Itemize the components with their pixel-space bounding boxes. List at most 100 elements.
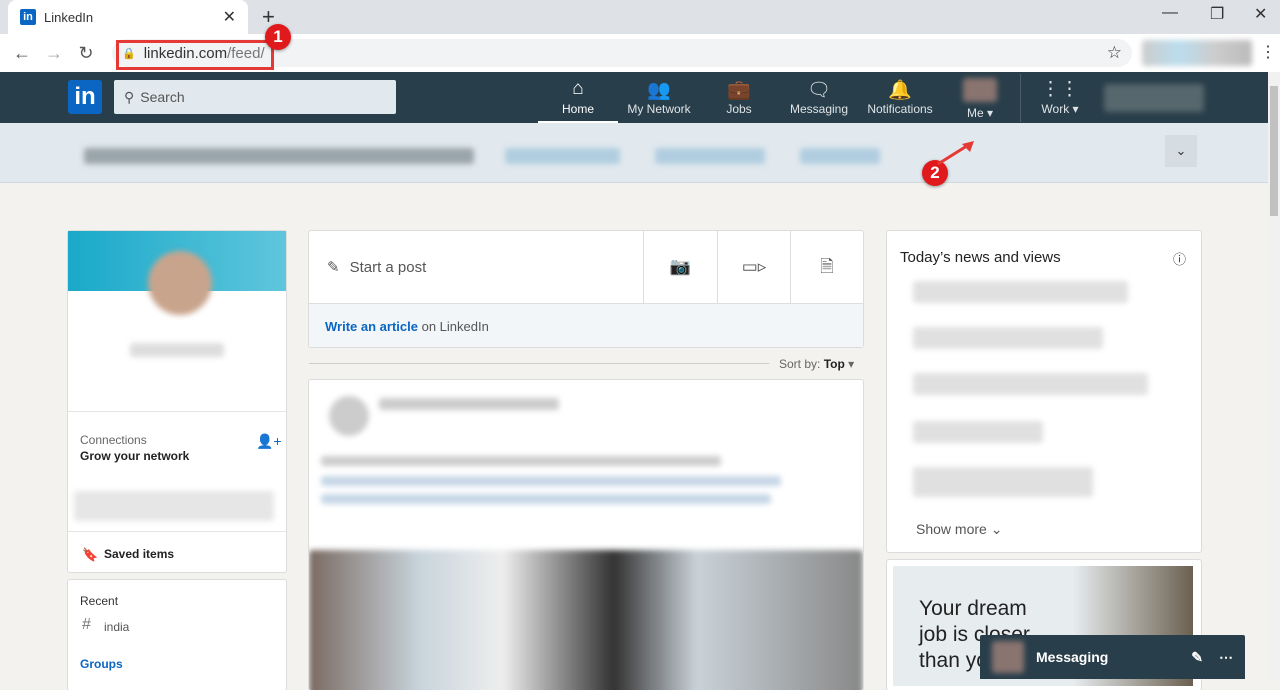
avatar[interactable] bbox=[148, 251, 212, 315]
nav-jobs[interactable]: 💼 Jobs bbox=[714, 78, 764, 116]
forward-button[interactable]: → bbox=[38, 43, 70, 64]
recent-card: Recent # india Groups bbox=[68, 580, 286, 690]
grid-icon: ⋮⋮ bbox=[1041, 79, 1079, 100]
search-icon: ⚲ bbox=[124, 88, 135, 105]
news-item[interactable] bbox=[913, 467, 1093, 497]
chevron-down-icon[interactable]: ⌄ bbox=[1165, 135, 1197, 167]
blurred-banner-text bbox=[84, 148, 474, 164]
bookmark-icon: 🔖 bbox=[82, 547, 99, 562]
grow-network-link[interactable]: Grow your network bbox=[80, 449, 189, 463]
nav-label: Home bbox=[561, 102, 594, 116]
bookmark-star-icon[interactable]: ☆ bbox=[1107, 43, 1122, 63]
start-post-label: Start a post bbox=[349, 258, 427, 276]
hashtag-india-link[interactable]: india bbox=[104, 620, 129, 634]
bell-icon: 🔔 bbox=[888, 80, 912, 101]
saved-items-link[interactable]: Saved items bbox=[104, 547, 174, 561]
home-icon: ⌂ bbox=[572, 78, 584, 99]
work-label: Work ▾ bbox=[1041, 102, 1079, 116]
work-text: Work bbox=[1041, 102, 1070, 116]
info-icon[interactable]: ⓘ bbox=[1173, 249, 1186, 268]
news-item[interactable] bbox=[913, 373, 1148, 395]
nav-label: My Network bbox=[627, 102, 691, 116]
news-title: Today’s news and views bbox=[900, 249, 1061, 266]
recent-title: Recent bbox=[80, 594, 119, 608]
premium-blurred bbox=[1104, 84, 1204, 112]
nav-me[interactable]: Me ▾ bbox=[958, 78, 1002, 120]
blurred-link[interactable] bbox=[655, 148, 765, 164]
close-tab-icon[interactable]: ✕ bbox=[223, 7, 236, 27]
annotation-arrow bbox=[937, 141, 974, 166]
messaging-bar[interactable]: Messaging ✎ ⋯ bbox=[980, 635, 1245, 679]
blurred-link[interactable] bbox=[800, 148, 880, 164]
add-person-icon[interactable]: 👤+ bbox=[256, 433, 282, 450]
write-article-row: Write an article on LinkedIn bbox=[309, 303, 863, 347]
divider bbox=[1020, 74, 1021, 122]
messaging-icon: 🗨 bbox=[806, 80, 832, 101]
sort-dropdown[interactable]: Sort by: Top ▾ bbox=[779, 357, 854, 371]
linkedin-logo[interactable]: in bbox=[68, 80, 102, 114]
connections-label[interactable]: Connections bbox=[80, 433, 147, 447]
nav-work[interactable]: ⋮⋮ Work ▾ bbox=[1034, 78, 1086, 116]
divider bbox=[309, 363, 769, 364]
groups-link[interactable]: Groups bbox=[80, 657, 123, 671]
linkedin-favicon: in bbox=[20, 9, 36, 25]
annotation-badge-1: 1 bbox=[265, 24, 291, 50]
extensions-blurred bbox=[1142, 40, 1252, 66]
me-label: Me ▾ bbox=[966, 106, 994, 120]
nav-home[interactable]: ⌂ Home bbox=[538, 78, 618, 123]
close-window-button[interactable]: ✕ bbox=[1254, 4, 1267, 24]
reload-button[interactable]: ↻ bbox=[70, 43, 102, 64]
hashtag-icon: # bbox=[82, 616, 91, 633]
avatar bbox=[963, 78, 997, 102]
search-input[interactable]: ⚲ Search bbox=[114, 80, 396, 114]
minimize-button[interactable]: — bbox=[1162, 4, 1178, 22]
tab-title: LinkedIn bbox=[44, 9, 94, 25]
menu-kebab-icon[interactable]: ⋮ bbox=[1260, 42, 1276, 62]
more-icon[interactable]: ⋯ bbox=[1219, 649, 1233, 666]
avatar bbox=[329, 396, 369, 436]
nav-label: Jobs bbox=[726, 102, 752, 116]
feed-post bbox=[309, 380, 863, 690]
compose-icon[interactable]: ✎ bbox=[1191, 649, 1203, 666]
pencil-icon: ✎ bbox=[327, 259, 340, 276]
blurred-post-text bbox=[321, 456, 721, 466]
messaging-label: Messaging bbox=[1036, 649, 1109, 665]
blurred-author bbox=[379, 398, 559, 410]
profile-card: Connections Grow your network 👤+ 🔖 Saved… bbox=[68, 231, 286, 572]
blurred-name bbox=[130, 343, 224, 357]
nav-label: Notifications bbox=[867, 102, 933, 116]
show-more-label: Show more bbox=[916, 521, 987, 537]
post-image[interactable] bbox=[309, 550, 863, 690]
start-post-button[interactable]: ✎ Start a post bbox=[309, 231, 643, 303]
news-item[interactable] bbox=[913, 281, 1128, 303]
sort-label: Sort by: bbox=[779, 357, 821, 371]
scrollbar[interactable] bbox=[1268, 72, 1280, 679]
briefcase-icon: 💼 bbox=[727, 80, 751, 101]
camera-icon[interactable]: 📷 bbox=[643, 231, 717, 303]
blurred-post-text bbox=[321, 494, 771, 504]
news-item[interactable] bbox=[913, 327, 1103, 349]
nav-messaging[interactable]: 🗨 Messaging bbox=[786, 78, 852, 116]
me-text: Me bbox=[966, 106, 984, 120]
nav-notifications[interactable]: 🔔 Notifications bbox=[862, 78, 938, 116]
blurred-post-text bbox=[321, 476, 781, 486]
share-box: ✎ Start a post 📷 ▭▹ 🗎 Write an article on… bbox=[309, 231, 863, 347]
network-icon: 👥 bbox=[647, 80, 671, 101]
restore-button[interactable]: ❐ bbox=[1210, 4, 1224, 24]
nav-label: Messaging bbox=[789, 102, 849, 116]
blurred-link[interactable] bbox=[505, 148, 620, 164]
url-highlight-box bbox=[116, 40, 274, 70]
search-placeholder: Search bbox=[140, 89, 185, 105]
browser-tab[interactable]: in LinkedIn ✕ bbox=[8, 0, 248, 34]
sort-value: Top bbox=[823, 357, 845, 371]
video-icon[interactable]: ▭▹ bbox=[717, 231, 790, 303]
news-item[interactable] bbox=[913, 421, 1043, 443]
write-article-link[interactable]: Write an article bbox=[325, 319, 418, 334]
on-linkedin-text: on LinkedIn bbox=[421, 319, 489, 334]
blurred-premium bbox=[74, 491, 274, 521]
show-more-button[interactable]: Show more ⌄ bbox=[916, 521, 1002, 538]
back-button[interactable]: ← bbox=[6, 43, 38, 64]
nav-my-network[interactable]: 👥 My Network bbox=[622, 78, 696, 116]
document-icon[interactable]: 🗎 bbox=[790, 231, 863, 303]
news-card: Today’s news and views ⓘ Show more ⌄ bbox=[887, 231, 1201, 552]
